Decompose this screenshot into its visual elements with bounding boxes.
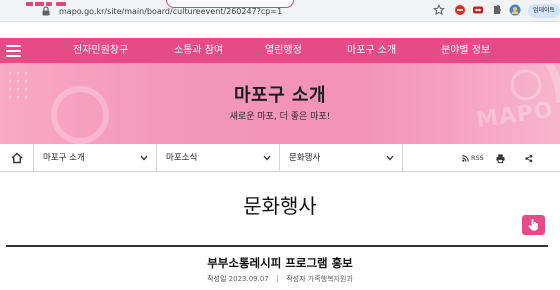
rss-icon <box>462 155 469 162</box>
post-title: 부부소통레시피 프로그램 홍보 <box>207 256 353 270</box>
nav-item-open-admin[interactable]: 열린행정 <box>265 38 302 63</box>
nav-item-by-field[interactable]: 분야별 정보 <box>441 38 490 63</box>
extension-icon[interactable] <box>491 4 503 16</box>
update-button[interactable]: 업데이트 <box>528 4 560 18</box>
chevron-down-icon <box>263 155 271 161</box>
extension-icon[interactable] <box>472 4 484 16</box>
rss-button[interactable]: RSS <box>459 144 489 172</box>
breadcrumb-dropdown-1[interactable]: 마포구 소개 <box>34 144 157 172</box>
nav-item-about-mapo[interactable]: 마포구 소개 <box>347 38 396 63</box>
chevron-down-icon <box>140 155 148 161</box>
site-search-box[interactable] <box>166 0 294 8</box>
post-meta: 작성일 2023.09.07 작성자 가족행복지원과 <box>0 274 560 284</box>
breadcrumb: 마포구 소개 마포소식 문화행사 RSS <box>0 144 560 172</box>
browser-toolbar: mapo.go.kr/site/main/board/cultureevent/… <box>0 0 560 22</box>
breadcrumb-label: 문화행사 <box>289 153 321 163</box>
page-title: 문화행사 <box>243 194 317 218</box>
share-button[interactable] <box>521 144 537 172</box>
post-author: 가족행복지원과 <box>307 275 353 283</box>
nav-item-communication[interactable]: 소통과 참여 <box>174 38 223 63</box>
home-button[interactable] <box>0 144 34 172</box>
breadcrumb-label: 마포소식 <box>166 153 198 163</box>
breadcrumb-dropdown-2[interactable]: 마포소식 <box>157 144 280 172</box>
extension-icon[interactable] <box>454 4 466 16</box>
share-icon <box>525 154 533 163</box>
star-icon[interactable] <box>433 4 445 16</box>
lock-icon[interactable] <box>40 5 52 17</box>
hand-cursor-icon <box>528 218 538 231</box>
profile-avatar-icon[interactable] <box>509 4 521 16</box>
breadcrumb-dropdown-3[interactable]: 문화행사 <box>280 144 403 172</box>
date-label: 작성일 <box>207 275 227 283</box>
floating-action-button[interactable] <box>522 215 545 235</box>
banner-title: 마포구 소개 <box>233 85 327 106</box>
rss-label: RSS <box>471 154 484 162</box>
chevron-down-icon <box>386 155 394 161</box>
main-nav: 전자민원창구 소통과 참여 열린행정 마포구 소개 분야별 정보 <box>0 38 560 63</box>
nav-item-civil-service[interactable]: 전자민원창구 <box>73 38 128 63</box>
print-icon <box>496 154 505 163</box>
home-icon <box>11 152 23 164</box>
meta-separator <box>277 275 278 282</box>
title-divider <box>6 245 548 247</box>
print-button[interactable] <box>493 144 509 172</box>
hero-banner: 마포구 소개 새로운 마포, 더 좋은 마포! MAPO <box>0 63 560 144</box>
breadcrumb-label: 마포구 소개 <box>43 153 85 163</box>
post-date: 2023.09.07 <box>228 275 269 283</box>
hamburger-icon[interactable] <box>6 43 22 58</box>
author-label: 작성자 <box>286 275 306 283</box>
